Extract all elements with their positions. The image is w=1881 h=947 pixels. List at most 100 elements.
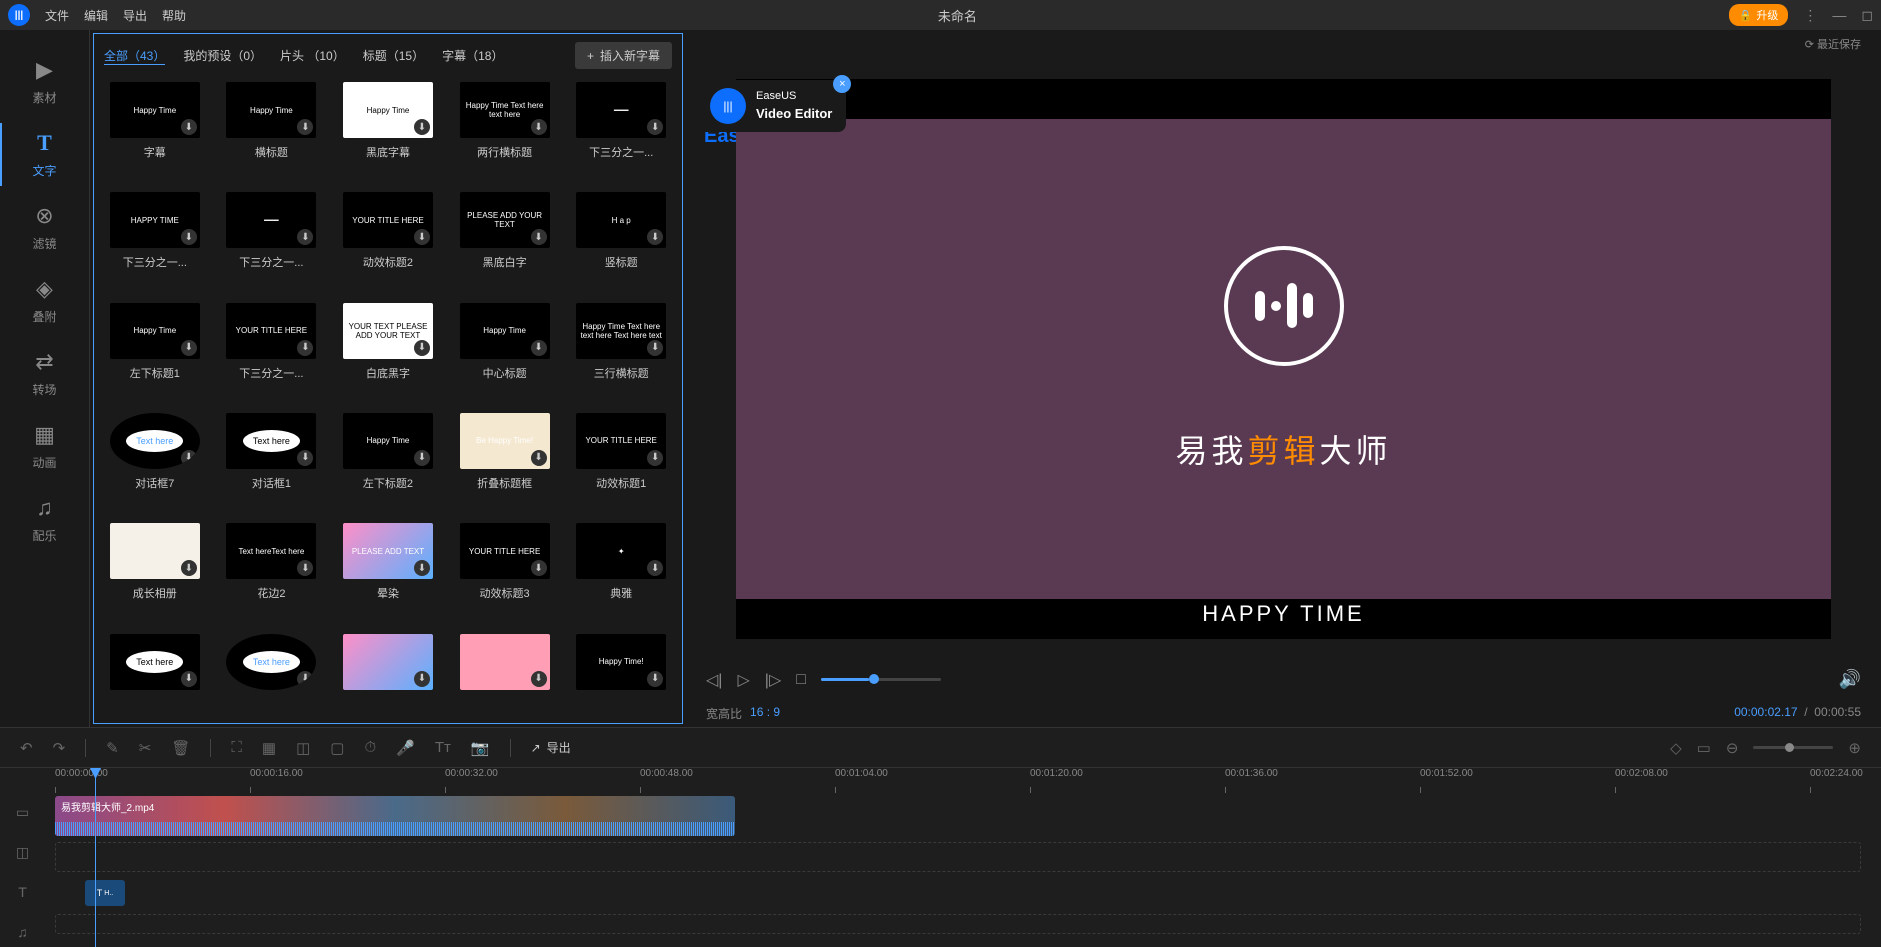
download-icon[interactable]: ⬇ xyxy=(414,560,430,576)
asset-item[interactable]: Happy Time⬇左下标题1 xyxy=(104,303,206,403)
cut-icon[interactable]: ✂ xyxy=(139,739,152,757)
fit-icon[interactable]: ▭ xyxy=(1697,739,1711,757)
download-icon[interactable]: ⬇ xyxy=(414,450,430,466)
mosaic-icon[interactable]: ▦ xyxy=(262,739,276,757)
download-icon[interactable]: ⬇ xyxy=(531,229,547,245)
audio-track[interactable] xyxy=(55,914,1861,934)
nav-music[interactable]: ♫配乐 xyxy=(0,483,89,556)
download-icon[interactable]: ⬇ xyxy=(531,340,547,356)
download-icon[interactable]: ⬇ xyxy=(297,450,313,466)
edit-icon[interactable]: ✎ xyxy=(106,739,119,757)
asset-item[interactable]: Text here⬇ xyxy=(221,634,323,718)
menu-edit[interactable]: 编辑 xyxy=(84,7,108,24)
download-icon[interactable]: ⬇ xyxy=(414,671,430,687)
asset-item[interactable]: H a p⬇竖标题 xyxy=(570,192,672,292)
download-icon[interactable]: ⬇ xyxy=(647,340,663,356)
download-icon[interactable]: ⬇ xyxy=(647,450,663,466)
download-icon[interactable]: ⬇ xyxy=(414,340,430,356)
freeze-icon[interactable]: ▢ xyxy=(330,739,344,757)
undo-icon[interactable]: ↶ xyxy=(20,739,33,757)
speed-icon[interactable]: ⏱ xyxy=(364,739,376,756)
zoom-slider[interactable] xyxy=(1753,746,1833,749)
asset-item[interactable]: YOUR TEXT PLEASE ADD YOUR TEXT⬇白底黑字 xyxy=(337,303,439,403)
nav-text[interactable]: T文字 xyxy=(0,118,89,191)
tab-openers[interactable]: 片头 （10） xyxy=(280,47,345,64)
asset-item[interactable]: Happy Time⬇字幕 xyxy=(104,82,206,182)
progress-slider[interactable] xyxy=(821,678,941,681)
download-icon[interactable]: ⬇ xyxy=(531,450,547,466)
asset-item[interactable]: Happy Time⬇横标题 xyxy=(221,82,323,182)
asset-item[interactable]: ━━━⬇下三分之一... xyxy=(570,82,672,182)
nav-filter[interactable]: ⊗滤镜 xyxy=(0,191,89,264)
asset-item[interactable]: Happy Time Text here text here⬇两行横标题 xyxy=(454,82,556,182)
download-icon[interactable]: ⬇ xyxy=(181,450,197,466)
asset-item[interactable]: HAPPY TIME⬇下三分之一... xyxy=(104,192,206,292)
asset-item[interactable]: PLEASE ADD YOUR TEXT⬇黑底白字 xyxy=(454,192,556,292)
download-icon[interactable]: ⬇ xyxy=(647,119,663,135)
download-icon[interactable]: ⬇ xyxy=(297,560,313,576)
tab-titles[interactable]: 标题（15） xyxy=(363,47,424,64)
asset-item[interactable]: Text here⬇ xyxy=(104,634,206,718)
insert-subtitle-button[interactable]: + 插入新字幕 xyxy=(575,42,672,69)
download-icon[interactable]: ⬇ xyxy=(181,560,197,576)
crop-icon[interactable]: ⛶ xyxy=(231,739,242,756)
asset-item[interactable]: Happy Time⬇中心标题 xyxy=(454,303,556,403)
download-icon[interactable]: ⬇ xyxy=(297,340,313,356)
tab-presets[interactable]: 我的预设（0） xyxy=(183,47,262,64)
marker-icon[interactable]: ◇ xyxy=(1670,739,1682,757)
download-icon[interactable]: ⬇ xyxy=(181,671,197,687)
export-button[interactable]: ↗ 导出 xyxy=(531,739,571,756)
asset-item[interactable]: ⬇成长相册 xyxy=(104,523,206,623)
asset-item[interactable]: YOUR TITLE HERE⬇动效标题2 xyxy=(337,192,439,292)
download-icon[interactable]: ⬇ xyxy=(414,229,430,245)
asset-item[interactable]: Text here⬇对话框1 xyxy=(221,413,323,513)
video-track-icon[interactable]: ▭ xyxy=(0,798,45,828)
asset-item[interactable]: ⬇ xyxy=(337,634,439,718)
nav-transition[interactable]: ⇄转场 xyxy=(0,337,89,410)
text-track[interactable]: T H.. xyxy=(55,878,1881,908)
nav-media[interactable]: ▶素材 xyxy=(0,45,89,118)
asset-item[interactable]: ━━━⬇下三分之一... xyxy=(221,192,323,292)
asset-item[interactable]: Happy Time⬇左下标题2 xyxy=(337,413,439,513)
asset-item[interactable]: Happy Time⬇黑底字幕 xyxy=(337,82,439,182)
download-icon[interactable]: ⬇ xyxy=(531,119,547,135)
redo-icon[interactable]: ↷ xyxy=(53,739,66,757)
play-icon[interactable]: ▷ xyxy=(737,670,749,690)
download-icon[interactable]: ⬇ xyxy=(647,671,663,687)
asset-item[interactable]: YOUR TITLE HERE⬇下三分之一... xyxy=(221,303,323,403)
menu-help[interactable]: 帮助 xyxy=(162,7,186,24)
prev-frame-icon[interactable]: ◁| xyxy=(706,670,722,690)
zoom-out-icon[interactable]: ⊖ xyxy=(1726,739,1739,757)
text-clip[interactable]: T H.. xyxy=(85,880,125,906)
asset-item[interactable]: Text here⬇对话框7 xyxy=(104,413,206,513)
timeline-ruler[interactable]: 00:00:00.0000:00:16.0000:00:32.0000:00:4… xyxy=(0,768,1881,793)
voice-icon[interactable]: 🎤 xyxy=(396,739,415,757)
text-track-icon[interactable]: T xyxy=(0,878,45,908)
download-icon[interactable]: ⬇ xyxy=(647,229,663,245)
download-icon[interactable]: ⬇ xyxy=(414,119,430,135)
minimize-icon[interactable]: — xyxy=(1832,7,1846,23)
timeline-tracks[interactable]: ▭ ◫ T ♫ 易我剪辑大师_2.mp4 T H.. xyxy=(0,793,1881,947)
download-icon[interactable]: ⬇ xyxy=(647,560,663,576)
nav-animation[interactable]: ▦动画 xyxy=(0,410,89,483)
download-icon[interactable]: ⬇ xyxy=(181,119,197,135)
zoom-in-icon[interactable]: ⊕ xyxy=(1848,739,1861,757)
asset-item[interactable]: Happy Time!⬇ xyxy=(570,634,672,718)
screenshot-icon[interactable]: 📷 xyxy=(471,739,490,757)
next-frame-icon[interactable]: |▷ xyxy=(765,670,781,690)
asset-item[interactable]: Happy Time Text here text here Text here… xyxy=(570,303,672,403)
asset-grid[interactable]: Happy Time⬇字幕Happy Time⬇横标题Happy Time⬇黑底… xyxy=(94,77,682,723)
asset-item[interactable]: YOUR TITLE HERE⬇动效标题3 xyxy=(454,523,556,623)
asset-item[interactable]: ⬇ xyxy=(454,634,556,718)
audio-track-icon[interactable]: ♫ xyxy=(0,917,45,947)
upgrade-button[interactable]: 🔒 升级 xyxy=(1729,4,1789,26)
download-icon[interactable]: ⬇ xyxy=(297,119,313,135)
stop-icon[interactable]: □ xyxy=(796,671,806,689)
asset-item[interactable]: YOUR TITLE HERE⬇动效标题1 xyxy=(570,413,672,513)
download-icon[interactable]: ⬇ xyxy=(181,229,197,245)
asset-item[interactable]: ✦⬇典雅 xyxy=(570,523,672,623)
empty-track[interactable] xyxy=(55,842,1861,872)
nav-overlay[interactable]: ◈叠附 xyxy=(0,264,89,337)
download-icon[interactable]: ⬇ xyxy=(531,560,547,576)
download-icon[interactable]: ⬇ xyxy=(531,671,547,687)
